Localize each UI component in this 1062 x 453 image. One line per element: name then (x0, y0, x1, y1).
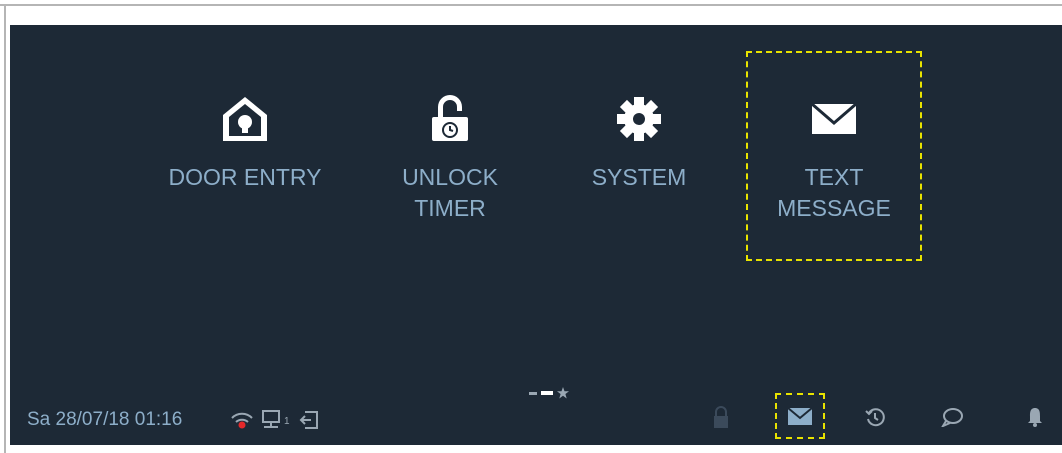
frame-top-border (0, 4, 1062, 6)
unlock-timer-label: UNLOCK TIMER (402, 164, 498, 221)
network-icon (262, 410, 280, 428)
gear-icon (617, 97, 661, 141)
unlock-timer-tile[interactable]: UNLOCK TIMER (355, 25, 545, 285)
door-entry-label: DOOR ENTRY (168, 164, 322, 190)
home-bulb-icon (223, 97, 267, 141)
frame-left-border (4, 4, 6, 453)
focus-highlight (746, 51, 922, 261)
history-icon[interactable] (865, 407, 885, 427)
door-entry-tile[interactable]: DOOR ENTRY (150, 25, 340, 285)
chat-icon[interactable] (941, 407, 963, 427)
message-focus-highlight (775, 393, 825, 439)
main-screen: DOOR ENTRY UNLOCK TIMER SYSTEM TEXT MESS… (10, 25, 1062, 445)
exit-icon (299, 411, 318, 429)
padlock-timer-icon (432, 95, 468, 141)
favorites-star-icon[interactable] (557, 387, 569, 399)
wifi-icon (231, 412, 253, 429)
page-dot-active[interactable] (541, 391, 553, 395)
system-label: SYSTEM (591, 164, 687, 190)
lock-icon[interactable] (713, 405, 729, 429)
network-index-label: 1 (284, 416, 290, 427)
page-dot[interactable] (529, 392, 537, 395)
datetime-display: Sa 28/07/18 01:16 (27, 409, 183, 430)
bell-icon[interactable] (1027, 407, 1043, 427)
system-tile[interactable]: SYSTEM (544, 25, 734, 285)
